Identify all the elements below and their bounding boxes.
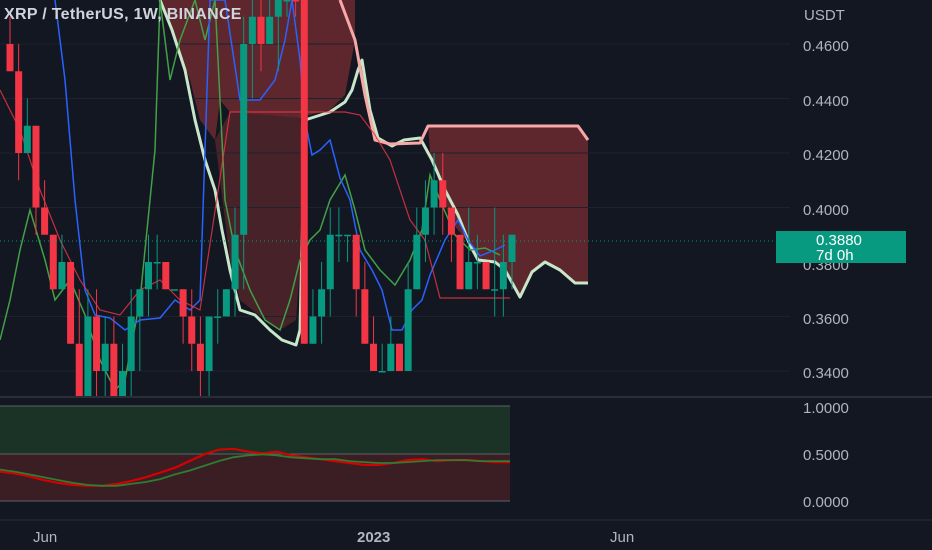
candle-body-3: [32, 125, 40, 208]
candle-body-35: [309, 316, 317, 344]
candle-body-26: [231, 234, 239, 290]
time-label-jun-2: Jun: [610, 529, 634, 546]
candle-body-15: [136, 289, 144, 317]
candle-body-58: [508, 234, 516, 262]
candle-body-34: [300, 0, 308, 344]
candle-body-48: [421, 207, 429, 235]
candle-body-11: [101, 343, 109, 371]
candle-body-12: [110, 343, 118, 397]
candle-body-6: [58, 262, 66, 290]
candle-body-0: [6, 44, 14, 72]
candle-body-22: [196, 343, 204, 371]
last-price-tag: 0.3880 7d 0h: [776, 231, 906, 263]
time-label-jun-1: Jun: [33, 529, 57, 546]
oscillator-axis[interactable]: 1.0000 0.5000 0.0000: [803, 400, 849, 511]
time-label-2023: 2023: [357, 529, 390, 546]
candle-body-32: [283, 0, 291, 2]
candle-body-38: [335, 234, 343, 237]
candle-body-33: [292, 0, 300, 2]
candle-body-52: [456, 234, 464, 290]
candle-body-4: [41, 207, 49, 235]
candle-body-16: [144, 262, 152, 290]
candle-body-9: [84, 316, 92, 397]
bar-countdown: 7d 0h: [816, 247, 854, 264]
price-axis-currency: USDT: [804, 7, 845, 24]
candle-body-5: [49, 234, 57, 290]
candle-body-20: [179, 289, 187, 317]
candle-body-7: [67, 262, 75, 344]
candle-body-28: [248, 16, 256, 44]
candle-body-46: [404, 289, 412, 371]
candle-body-50: [439, 180, 447, 208]
candle-body-54: [473, 262, 481, 264]
candle-body-31: [274, 0, 282, 17]
candle-body-47: [413, 234, 421, 290]
candle-body-10: [93, 316, 101, 371]
candle-body-39: [344, 234, 352, 237]
osc-tick-0: 1.0000: [803, 400, 849, 417]
candle-body-37: [326, 234, 334, 290]
price-tick-4: 0.3600: [803, 311, 849, 328]
candle-body-18: [162, 262, 170, 290]
candle-body-44: [387, 343, 395, 371]
osc-tick-2: 0.0000: [803, 494, 849, 511]
candle-body-29: [257, 16, 265, 44]
candle-body-19: [170, 289, 178, 291]
candle-body-55: [482, 262, 490, 290]
candle-body-57: [499, 262, 507, 290]
candle-body-1: [15, 71, 23, 153]
candle-body-36: [318, 289, 326, 317]
candle-body-8: [75, 343, 83, 397]
candle-body-56: [491, 289, 499, 291]
candle-body-49: [430, 180, 438, 208]
candle-body-30: [266, 16, 274, 44]
candle-body-23: [205, 316, 213, 371]
candle-body-21: [188, 316, 196, 344]
candle-body-27: [240, 44, 248, 235]
candle-body-25: [222, 289, 230, 317]
candle-body-41: [361, 289, 369, 344]
oscillator-pane: [0, 405, 510, 502]
candle-body-14: [127, 316, 135, 371]
price-tick-2: 0.4200: [803, 147, 849, 164]
candle-body-17: [153, 262, 161, 264]
price-tick-0: 0.4600: [803, 38, 849, 55]
chart-title: XRP / TetherUS, 1W, BINANCE: [4, 6, 242, 23]
candle-body-24: [214, 316, 222, 318]
candle-body-42: [370, 343, 378, 371]
price-tick-3: 0.4000: [803, 202, 849, 219]
oscillator-upper-band: [0, 406, 510, 454]
candle-body-45: [395, 343, 403, 371]
candle-body-43: [378, 371, 386, 373]
price-tick-1: 0.4400: [803, 93, 849, 110]
candle-body-2: [23, 125, 31, 153]
candle-body-53: [465, 262, 473, 290]
price-chart[interactable]: USDT 0.4600 0.4400 0.4200 0.4000 0.3800 …: [0, 0, 932, 550]
last-price-value: 0.3880: [816, 232, 862, 249]
osc-tick-1: 0.5000: [803, 447, 849, 464]
candle-body-51: [447, 207, 455, 235]
candle-body-40: [352, 234, 360, 290]
price-tick-5: 0.3400: [803, 365, 849, 382]
candle-body-13: [119, 371, 127, 397]
